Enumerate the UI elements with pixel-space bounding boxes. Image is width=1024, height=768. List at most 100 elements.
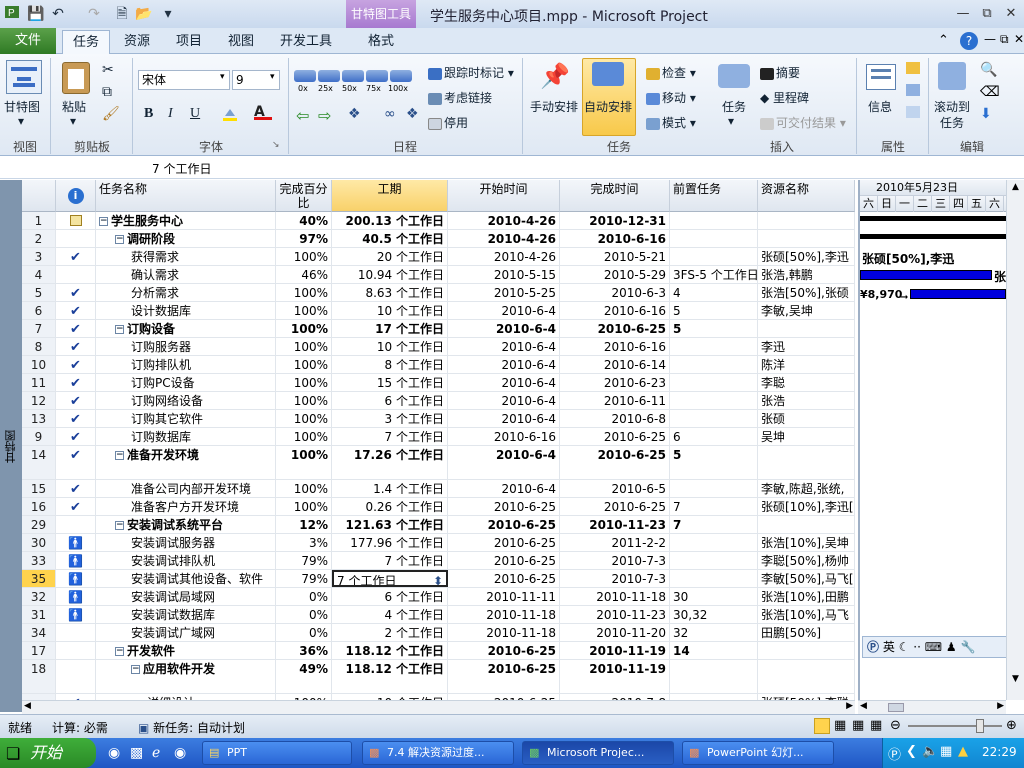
task-name-cell[interactable]: 订购网络设备: [96, 392, 276, 409]
task-bar[interactable]: [910, 289, 1006, 299]
underline-button[interactable]: U: [190, 106, 200, 122]
collapse-toggle-icon[interactable]: −: [115, 235, 124, 244]
duration-cell[interactable]: 17.26 个工作日: [332, 446, 448, 479]
duration-column-header[interactable]: 工期: [332, 180, 448, 212]
split-task-icon[interactable]: ❖: [348, 106, 361, 122]
task-row[interactable]: 4 确认需求 46% 10.94 个工作日 2010-5-15 2010-5-29 3FS-…: [22, 266, 855, 284]
collapse-toggle-icon[interactable]: −: [99, 217, 108, 226]
task-name-cell[interactable]: 安装调试服务器: [96, 534, 276, 551]
entry-bar-input[interactable]: 7 个工作日: [152, 160, 752, 178]
resource-names-cell[interactable]: 张浩[10%],吴坤: [758, 534, 855, 551]
task-row[interactable]: 17− 开发软件 36% 118.12 个工作日 2010-6-25 2010-11-19…: [22, 642, 855, 660]
pct-complete-cell[interactable]: 100%: [276, 480, 332, 497]
open-icon[interactable]: 📂: [134, 4, 154, 24]
duration-cell[interactable]: 1.4 个工作日: [332, 480, 448, 497]
ime-punct-icon[interactable]: ··: [913, 640, 921, 654]
duration-spinner-icon[interactable]: ⬍: [433, 572, 443, 585]
gantt-dropdown-icon[interactable]: ▾: [18, 114, 24, 128]
mark-on-track-button[interactable]: 跟踪时标记 ▾: [428, 64, 514, 81]
task-row[interactable]: 8 ✔ 订购服务器 100% 10 个工作日 2010-6-4 2010-6-16 李迅: [22, 338, 855, 356]
status-new-task-mode[interactable]: ▣ 新任务: 自动计划: [138, 719, 245, 736]
resource-names-cell[interactable]: [758, 230, 855, 247]
finish-cell[interactable]: 2010-11-23: [560, 606, 670, 623]
task-name-cell[interactable]: 安装调试广域网: [96, 624, 276, 641]
view-bar-label[interactable]: 甘特图: [3, 430, 19, 463]
scroll-left-icon[interactable]: ◀: [24, 701, 31, 711]
scroll-thumb[interactable]: [888, 703, 904, 712]
tab-view[interactable]: 视图: [218, 30, 264, 54]
finish-cell[interactable]: 2010-6-25: [560, 498, 670, 515]
start-cell[interactable]: 2010-6-4: [448, 480, 560, 497]
duration-cell[interactable]: 6 个工作日: [332, 588, 448, 605]
collapse-toggle-icon[interactable]: −: [115, 521, 124, 530]
manually-schedule-button[interactable]: 手动安排: [530, 98, 578, 115]
taskbar-item-ppt-doc[interactable]: ▩ 7.4 解决资源过度...: [362, 741, 514, 765]
copy-icon[interactable]: ⧉: [102, 84, 112, 100]
task-row[interactable]: 5 ✔ 分析需求 100% 8.63 个工作日 2010-5-25 2010-6-3 4 张浩[…: [22, 284, 855, 302]
predecessors-cell[interactable]: 5: [670, 446, 758, 479]
row-id[interactable]: 29: [22, 516, 56, 533]
start-cell[interactable]: 2010-6-4: [448, 338, 560, 355]
finish-cell[interactable]: 2010-11-20: [560, 624, 670, 641]
task-name-cell[interactable]: − 应用软件开发: [96, 660, 276, 693]
pct-75-icon[interactable]: [366, 70, 388, 82]
task-row[interactable]: 13 ✔ 订购其它软件 100% 3 个工作日 2010-6-4 2010-6-8 张硕: [22, 410, 855, 428]
pct-complete-cell[interactable]: 100%: [276, 498, 332, 515]
task-row[interactable]: 35 🚹 安装调试其他设备、软件 79% 7 个工作日 ⬍ 2010-6-25 2010-7-…: [22, 570, 855, 588]
resource-names-cell[interactable]: 张硕: [758, 410, 855, 427]
pct-complete-cell[interactable]: 100%: [276, 356, 332, 373]
finish-cell[interactable]: 2010-11-19: [560, 660, 670, 693]
taskbar-item-project[interactable]: ▩ Microsoft Projec...: [522, 741, 674, 765]
resource-names-cell[interactable]: 张浩[10%],马飞: [758, 606, 855, 623]
duration-cell[interactable]: 8.63 个工作日: [332, 284, 448, 301]
start-cell[interactable]: 2010-4-26: [448, 212, 560, 229]
resource-names-cell[interactable]: 陈洋: [758, 356, 855, 373]
font-name-dropdown-icon[interactable]: ▾: [220, 72, 225, 82]
row-id[interactable]: 16: [22, 498, 56, 515]
task-row[interactable]: 9 ✔ 订购数据库 100% 7 个工作日 2010-6-16 2010-6-25 6 吴坤: [22, 428, 855, 446]
task-insert-button[interactable]: 任务: [722, 98, 746, 115]
network-icon[interactable]: ▦: [940, 744, 952, 759]
unlink-tasks-icon[interactable]: ❖: [406, 106, 419, 122]
task-insert-dropdown-icon[interactable]: ▾: [728, 114, 734, 128]
predecessors-cell[interactable]: 5: [670, 302, 758, 319]
redo-icon[interactable]: ↷: [84, 4, 104, 24]
duration-cell[interactable]: 15 个工作日: [332, 374, 448, 391]
restore-icon[interactable]: ⧉: [976, 4, 998, 24]
duration-cell[interactable]: 7 个工作日: [332, 428, 448, 445]
tab-task[interactable]: 任务: [62, 30, 111, 54]
start-cell[interactable]: 2010-4-26: [448, 230, 560, 247]
resource-names-cell[interactable]: 李聪[50%],杨帅: [758, 552, 855, 569]
finish-cell[interactable]: 2010-6-16: [560, 302, 670, 319]
team-planner-shortcut-icon[interactable]: ▦: [852, 718, 864, 733]
predecessors-column-header[interactable]: 前置任务: [670, 180, 758, 212]
minimize-icon[interactable]: —: [952, 4, 974, 24]
pct-complete-cell[interactable]: 100%: [276, 302, 332, 319]
pct-complete-cell[interactable]: 100%: [276, 284, 332, 301]
finish-cell[interactable]: 2010-11-18: [560, 588, 670, 605]
scroll-right-icon[interactable]: ▶: [846, 701, 853, 711]
start-cell[interactable]: 2010-6-4: [448, 320, 560, 337]
predecessors-cell[interactable]: [670, 570, 758, 587]
indent-icon[interactable]: ⇨: [318, 106, 331, 125]
fill-icon[interactable]: ⬇: [980, 106, 992, 122]
tab-resource[interactable]: 资源: [114, 30, 160, 54]
task-row[interactable]: 31 🚹 安装调试数据库 0% 4 个工作日 2010-11-18 2010-11-23 30…: [22, 606, 855, 624]
add-to-timeline-icon[interactable]: [906, 106, 920, 118]
gantt-view-shortcut-icon[interactable]: [814, 718, 830, 734]
resource-names-cell[interactable]: 李迅: [758, 338, 855, 355]
mode-button[interactable]: 模式 ▾: [646, 114, 696, 131]
row-id[interactable]: 17: [22, 642, 56, 659]
clock[interactable]: 22:29: [982, 745, 1017, 759]
predecessors-cell[interactable]: [670, 410, 758, 427]
predecessors-cell[interactable]: 7: [670, 516, 758, 533]
quicklaunch-icon[interactable]: ▩: [130, 745, 143, 761]
resource-names-cell[interactable]: 张浩: [758, 392, 855, 409]
start-cell[interactable]: 2010-6-25: [448, 642, 560, 659]
resource-names-cell[interactable]: 李敏,吴坤: [758, 302, 855, 319]
predecessors-cell[interactable]: [670, 356, 758, 373]
task-name-cell[interactable]: − 调研阶段: [96, 230, 276, 247]
ime-language[interactable]: 英: [883, 640, 895, 654]
collapse-toggle-icon[interactable]: −: [115, 451, 124, 460]
row-id[interactable]: 3: [22, 248, 56, 265]
